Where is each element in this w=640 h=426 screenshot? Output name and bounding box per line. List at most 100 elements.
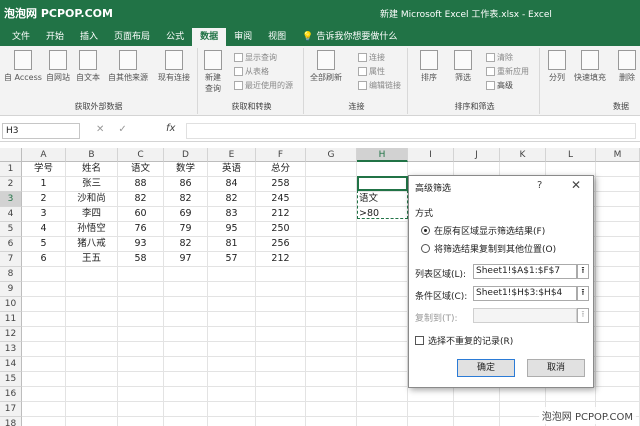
cell[interactable] xyxy=(357,267,408,282)
cell[interactable] xyxy=(306,237,357,252)
cell[interactable] xyxy=(208,267,256,282)
cell[interactable] xyxy=(357,222,408,237)
cell[interactable] xyxy=(454,402,500,417)
row-header-18[interactable]: 18 xyxy=(0,417,22,426)
cell[interactable] xyxy=(208,402,256,417)
cell[interactable]: 60 xyxy=(118,207,164,222)
cell[interactable] xyxy=(256,342,306,357)
cancel-button[interactable]: 取消 xyxy=(527,359,585,377)
show-queries-button[interactable]: 显示查询 xyxy=(234,52,277,63)
cell[interactable]: 总分 xyxy=(256,162,306,177)
cell[interactable] xyxy=(118,327,164,342)
cell[interactable]: 69 xyxy=(164,207,208,222)
cell[interactable] xyxy=(208,312,256,327)
cell[interactable]: 孙悟空 xyxy=(66,222,118,237)
existing-connections-button[interactable]: 现有连接 xyxy=(158,50,190,83)
tell-me-box[interactable]: 💡 告诉我你想要做什么 xyxy=(294,28,405,46)
cell[interactable]: 84 xyxy=(208,177,256,192)
cell[interactable] xyxy=(596,372,640,387)
cell[interactable] xyxy=(596,297,640,312)
cell[interactable] xyxy=(164,327,208,342)
cell[interactable] xyxy=(22,312,66,327)
list-range-input[interactable]: Sheet1!$A$1:$F$7 xyxy=(473,264,577,279)
cell[interactable] xyxy=(118,357,164,372)
cell[interactable] xyxy=(22,402,66,417)
flash-fill-button[interactable]: 快速填充 xyxy=(574,50,606,83)
cell[interactable]: 57 xyxy=(208,252,256,267)
cell[interactable] xyxy=(22,282,66,297)
cell[interactable] xyxy=(357,282,408,297)
new-query-button[interactable]: 新建 查询 xyxy=(204,50,222,94)
cell[interactable] xyxy=(596,252,640,267)
cell[interactable]: 88 xyxy=(118,177,164,192)
cell[interactable]: 语文 xyxy=(118,162,164,177)
cell[interactable] xyxy=(357,312,408,327)
cell[interactable] xyxy=(118,267,164,282)
cell[interactable] xyxy=(596,207,640,222)
cell[interactable]: 2 xyxy=(22,192,66,207)
cell[interactable] xyxy=(306,207,357,222)
from-table-button[interactable]: 从表格 xyxy=(234,66,269,77)
text-to-columns-button[interactable]: 分列 xyxy=(548,50,566,83)
cell[interactable] xyxy=(118,312,164,327)
column-header-b[interactable]: B xyxy=(66,148,118,162)
edit-links-button[interactable]: 编辑链接 xyxy=(358,80,401,91)
connections-button[interactable]: 连接 xyxy=(358,52,385,63)
cell[interactable] xyxy=(66,417,118,426)
row-header-14[interactable]: 14 xyxy=(0,357,22,372)
tab-page-layout[interactable]: 页面布局 xyxy=(106,28,158,46)
cell[interactable] xyxy=(596,267,640,282)
cell[interactable] xyxy=(306,372,357,387)
cell[interactable] xyxy=(357,342,408,357)
cell[interactable] xyxy=(208,327,256,342)
cell[interactable] xyxy=(357,357,408,372)
cell[interactable]: 3 xyxy=(22,207,66,222)
cell[interactable] xyxy=(357,402,408,417)
enter-icon[interactable]: ✓ xyxy=(118,124,126,135)
row-header-2[interactable]: 2 xyxy=(0,177,22,192)
cell[interactable] xyxy=(66,357,118,372)
cell[interactable] xyxy=(408,417,454,426)
cell[interactable] xyxy=(306,327,357,342)
cell[interactable]: 沙和尚 xyxy=(66,192,118,207)
cell[interactable] xyxy=(596,162,640,177)
copy-to-collapse-icon[interactable]: ⭱ xyxy=(577,308,589,323)
cell[interactable] xyxy=(256,387,306,402)
from-other-sources-button[interactable]: 自其他来源 xyxy=(108,50,148,83)
cell[interactable] xyxy=(256,417,306,426)
row-header-3[interactable]: 3 xyxy=(0,192,22,207)
cell[interactable] xyxy=(66,387,118,402)
cell[interactable] xyxy=(208,282,256,297)
cell[interactable] xyxy=(66,282,118,297)
tab-data[interactable]: 数据 xyxy=(192,28,227,46)
cell[interactable] xyxy=(208,387,256,402)
cell[interactable] xyxy=(306,192,357,207)
column-header-a[interactable]: A xyxy=(22,148,66,162)
cell[interactable] xyxy=(256,297,306,312)
refresh-all-button[interactable]: 全部刷新 xyxy=(310,50,342,83)
cell[interactable]: 86 xyxy=(164,177,208,192)
cell[interactable] xyxy=(408,402,454,417)
cell[interactable] xyxy=(306,387,357,402)
cell[interactable]: 81 xyxy=(208,237,256,252)
from-web-button[interactable]: 自网站 xyxy=(46,50,70,83)
clear-button[interactable]: 清除 xyxy=(486,52,513,63)
cell[interactable] xyxy=(22,372,66,387)
cell[interactable] xyxy=(164,372,208,387)
cell[interactable] xyxy=(306,177,357,192)
row-header-13[interactable]: 13 xyxy=(0,342,22,357)
cancel-icon[interactable]: ✕ xyxy=(96,124,104,135)
column-header-k[interactable]: K xyxy=(500,148,546,162)
cell[interactable] xyxy=(408,387,454,402)
cell[interactable] xyxy=(164,267,208,282)
cell[interactable]: 姓名 xyxy=(66,162,118,177)
cell[interactable] xyxy=(454,387,500,402)
cell[interactable]: 猪八戒 xyxy=(66,237,118,252)
cell[interactable]: 79 xyxy=(164,222,208,237)
cell[interactable] xyxy=(66,402,118,417)
formula-input[interactable] xyxy=(186,123,636,139)
close-icon[interactable]: ✕ xyxy=(571,178,581,192)
select-all-corner[interactable] xyxy=(0,148,22,162)
cell[interactable]: 6 xyxy=(22,252,66,267)
cell[interactable] xyxy=(596,177,640,192)
